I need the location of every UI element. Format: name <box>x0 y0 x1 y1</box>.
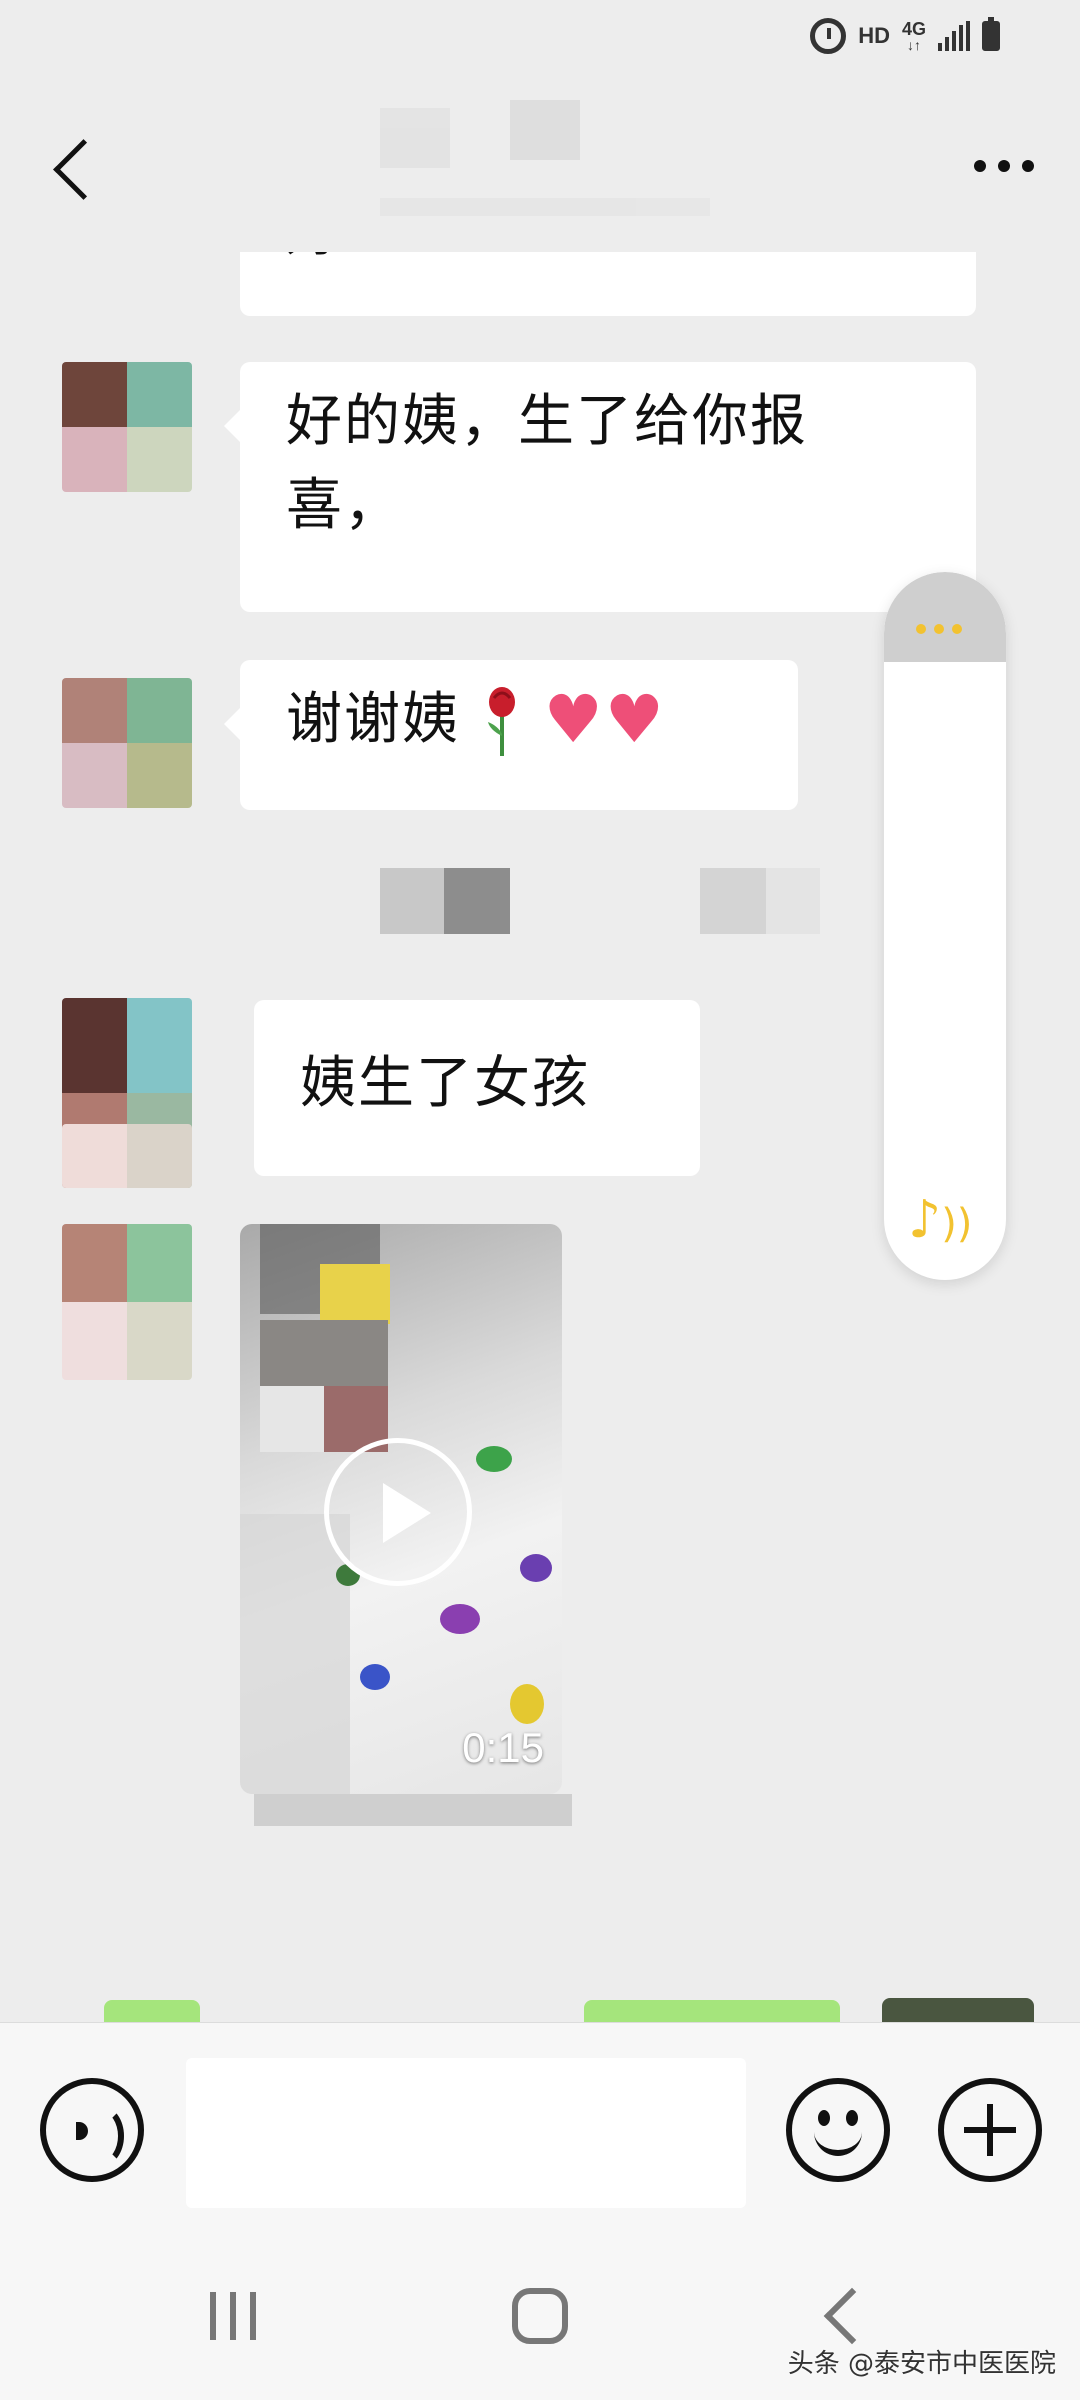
message-bubble[interactable]: 谢谢姨 ♥♥ <box>224 660 798 810</box>
message-bubble[interactable]: 好的姨，生了给你报 喜， <box>224 362 976 612</box>
message-text: 好 <box>286 252 344 274</box>
avatar[interactable] <box>62 1224 192 1380</box>
video-shadow <box>254 1794 572 1826</box>
avatar-lower <box>62 1124 192 1188</box>
rose-emoji-icon <box>480 678 524 762</box>
heart-emoji-icon: ♥ <box>543 681 605 758</box>
chat-title-redacted <box>380 100 710 230</box>
avatar[interactable] <box>62 678 192 808</box>
message-text-line: 喜， <box>286 473 402 538</box>
emoji-smile-icon <box>818 2110 830 2126</box>
status-bar: HD 4G ↓↑ <box>0 0 1080 70</box>
network-4g-label: 4G <box>901 19 926 39</box>
more-button[interactable] <box>974 160 1034 172</box>
message-input[interactable] <box>186 2058 746 2208</box>
play-icon[interactable] <box>324 1438 472 1586</box>
message-text-line: 好的姨，生了给你报 <box>286 389 808 454</box>
battery-icon <box>982 17 1000 51</box>
video-message[interactable]: 0:15 <box>240 1224 562 1794</box>
heart-emoji-icon: ♥ <box>604 681 666 758</box>
nav-back-button[interactable] <box>823 2287 881 2345</box>
voice-button[interactable] <box>40 2078 144 2182</box>
signal-icon <box>938 21 970 51</box>
more-dots-icon <box>974 160 986 172</box>
more-functions-button[interactable] <box>938 2078 1042 2182</box>
video-duration: 0:15 <box>462 1724 544 1771</box>
timestamp-redacted <box>380 868 820 934</box>
message-bubble-partial[interactable]: 好 <box>240 252 976 316</box>
recents-icon <box>210 2292 216 2340</box>
watermark: 头条 @泰安市中医医院 <box>787 2349 1056 2379</box>
emoji-button[interactable] <box>786 2078 890 2182</box>
green-bubble-peek <box>104 2000 200 2024</box>
back-button[interactable] <box>44 130 104 210</box>
green-bubble-peek <box>584 2000 840 2024</box>
more-dots-icon <box>916 624 962 634</box>
chat-header <box>0 70 1080 270</box>
recents-button[interactable] <box>210 2292 256 2340</box>
home-button[interactable] <box>512 2288 568 2344</box>
message-bubble[interactable]: 姨生了女孩 <box>254 1000 700 1176</box>
hd-indicator: HD <box>858 23 890 48</box>
avatar[interactable] <box>62 362 192 492</box>
alarm-icon <box>810 18 847 54</box>
message-text: 谢谢姨 <box>286 687 460 752</box>
network-4g-indicator: 4G ↓↑ <box>902 20 926 52</box>
status-icons: HD 4G ↓↑ <box>810 17 1000 54</box>
data-arrows-icon: ↓↑ <box>906 37 921 53</box>
music-note-icon: ♪)) <box>908 1190 973 1250</box>
floating-audio-panel[interactable]: ♪)) <box>884 572 1006 1280</box>
message-text: 姨生了女孩 <box>300 1051 590 1116</box>
